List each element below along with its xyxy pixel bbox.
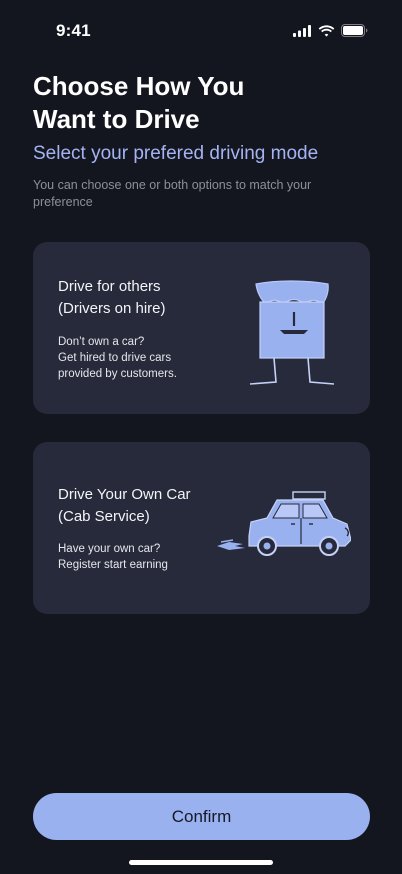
option-title: Drive for others (Drivers on hire) xyxy=(58,276,238,320)
home-indicator[interactable] xyxy=(129,860,273,865)
battery-icon xyxy=(341,24,368,37)
option-card-drive-for-others[interactable]: Drive for others (Drivers on hire) Don’t… xyxy=(33,242,370,414)
option-desc-line2: Register start earning xyxy=(58,559,168,571)
wifi-icon xyxy=(318,24,335,37)
status-icons xyxy=(293,24,368,37)
status-time: 9:41 xyxy=(56,21,91,40)
option-title-line1: Drive for others xyxy=(58,278,161,295)
option-description: Have your own car? Register start earnin… xyxy=(58,541,228,573)
driver-illustration xyxy=(249,280,335,385)
option-title: Drive Your Own Car (Cab Service) xyxy=(58,484,238,528)
helper-text: You can choose one or both options to ma… xyxy=(33,178,312,209)
option-desc-line3: provided by customers. xyxy=(58,368,177,380)
option-title-line2: (Cab Service) xyxy=(58,508,150,525)
status-bar: 9:41 xyxy=(0,0,402,54)
option-desc-line1: Don’t own a car? xyxy=(58,336,145,348)
option-title-line1: Drive Your Own Car xyxy=(58,486,191,503)
taxi-car-illustration xyxy=(217,491,351,556)
option-title-line2: (Drivers on hire) xyxy=(58,300,166,317)
option-desc-line1: Have your own car? xyxy=(58,543,161,555)
option-desc-line2: Get hired to drive cars xyxy=(58,352,172,364)
page-title-line1: Choose How You xyxy=(33,71,245,101)
page-title: Choose How You Want to Drive xyxy=(33,70,373,136)
option-card-drive-own-car[interactable]: Drive Your Own Car (Cab Service) Have yo… xyxy=(33,442,370,614)
confirm-button[interactable]: Confirm xyxy=(33,793,370,840)
page-title-line2: Want to Drive xyxy=(33,104,200,134)
page-subtitle: Select your prefered driving mode xyxy=(33,143,319,164)
option-description: Don’t own a car? Get hired to drive cars… xyxy=(58,334,228,382)
cellular-signal-icon xyxy=(293,24,311,37)
